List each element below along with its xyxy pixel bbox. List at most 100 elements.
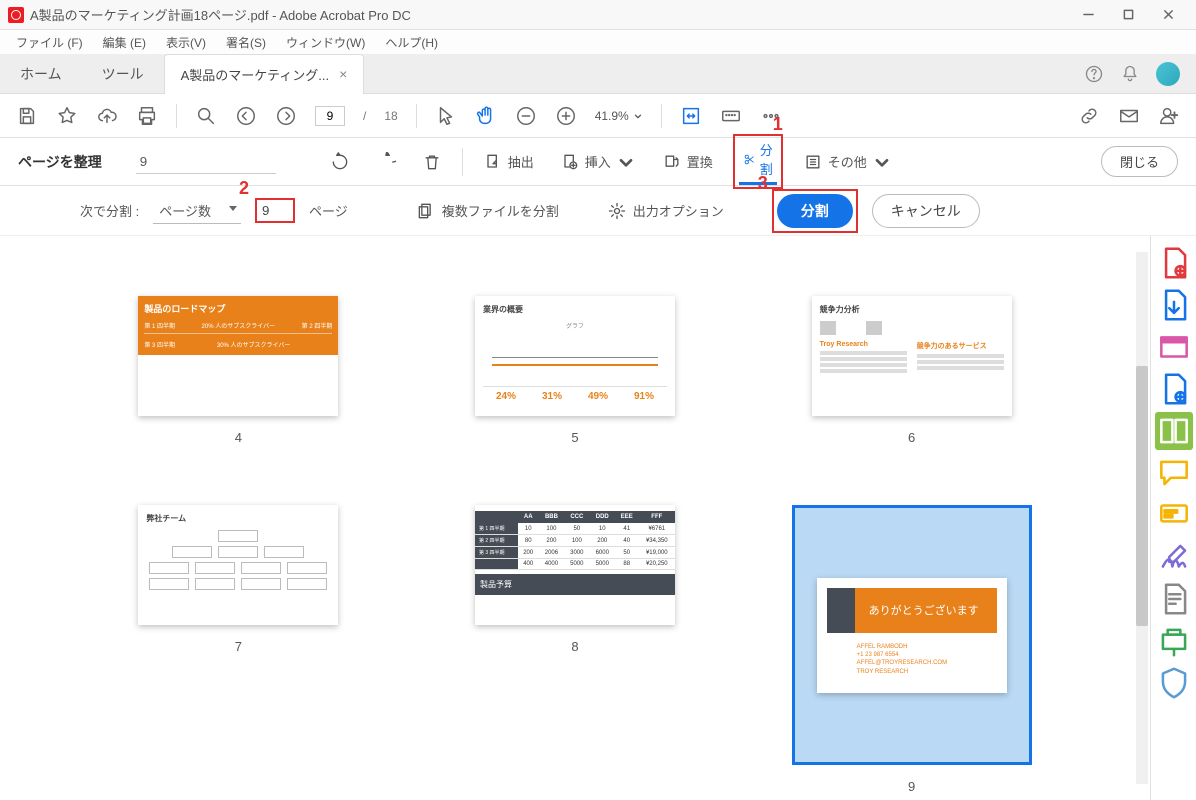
hand-icon[interactable] [475,105,497,127]
menubar: ファイル (F) 編集 (E) 表示(V) 署名(S) ウィンドウ(W) ヘルプ… [0,30,1196,54]
next-page-icon[interactable] [275,105,297,127]
star-icon[interactable] [56,105,78,127]
save-icon[interactable] [16,105,38,127]
rail-comment-icon[interactable] [1155,454,1193,492]
add-person-icon[interactable] [1158,105,1180,127]
mail-icon[interactable] [1118,105,1140,127]
zoom-value: 41.9% [595,109,629,123]
right-tool-rail [1150,236,1196,800]
main-toolbar: / 18 41.9% [0,94,1196,138]
replace-button[interactable]: 置換 [656,149,719,175]
zoom-combo[interactable]: 41.9% [595,109,643,123]
cloud-upload-icon[interactable] [96,105,118,127]
organize-title: ページを整理 [18,152,102,172]
rail-print-production-icon[interactable] [1155,622,1193,660]
split-pages-input[interactable] [255,198,295,223]
print-icon[interactable] [136,105,158,127]
zoom-in-icon[interactable] [555,105,577,127]
thumb-page-6[interactable]: 競争力分析 Troy Research 競争力のあるサービス [812,296,1012,416]
thumb-label-4: 4 [235,430,242,445]
menu-file[interactable]: ファイル (F) [6,32,93,53]
titlebar: A製品のマーケティング計画18ページ.pdf - Adobe Acrobat P… [0,0,1196,30]
maximize-button[interactable] [1108,0,1148,30]
pointer-icon[interactable] [435,105,457,127]
annotation-2: 2 [239,178,249,199]
search-icon[interactable] [195,105,217,127]
tab-home[interactable]: ホーム [0,54,82,94]
rotate-left-icon[interactable] [324,149,356,175]
organize-page-select[interactable] [136,150,276,174]
tab-document[interactable]: A製品のマーケティング... × [164,54,365,94]
insert-button[interactable]: 挿入 [554,149,642,175]
thumb-page-9-selected[interactable]: ありがとうございます AFFEL RAMBODH +1 23 987 6554 … [792,505,1032,765]
slide8-table: AABBBCCCDDDEEEFFF 第 1 四半期10100501041¥676… [475,511,675,570]
thumb-cell-7[interactable]: 弊社チーム 7 [90,505,387,794]
thumb-cell-9[interactable]: ありがとうございます AFFEL RAMBODH +1 23 987 6554 … [763,505,1060,794]
thumb-cell-6[interactable]: 競争力分析 Troy Research 競争力のあるサービス 6 [763,296,1060,445]
other-button[interactable]: その他 [797,149,898,175]
menu-window[interactable]: ウィンドウ(W) [276,32,375,53]
delete-icon[interactable] [416,149,448,175]
page-number-input[interactable] [315,106,345,126]
split-pages-unit: ページ [309,201,348,220]
avatar[interactable] [1156,62,1180,86]
menu-sign[interactable]: 署名(S) [216,32,276,53]
content-wrap: 製品のロードマップ 第 1 四半期20% 人のサブスクライバー第 2 四半期 第… [0,236,1196,800]
tab-tools[interactable]: ツール [82,54,164,94]
split-multiple-button[interactable]: 複数ファイルを分割 [416,201,559,221]
keyboard-icon[interactable] [720,105,742,127]
rotate-right-icon[interactable] [370,149,402,175]
rail-sign-icon[interactable] [1155,538,1193,576]
tabbar: ホーム ツール A製品のマーケティング... × [0,54,1196,94]
rail-combine-icon[interactable] [1155,370,1193,408]
prev-page-icon[interactable] [235,105,257,127]
rail-create-pdf-icon[interactable] [1155,244,1193,282]
bell-icon[interactable] [1120,64,1140,84]
thumb-cell-8[interactable]: AABBBCCCDDDEEEFFF 第 1 四半期10100501041¥676… [427,505,724,794]
thumbnail-scroll[interactable]: 製品のロードマップ 第 1 四半期20% 人のサブスクライバー第 2 四半期 第… [0,236,1150,800]
help-icon[interactable] [1084,64,1104,84]
split-primary-highlight: 3 分割 [772,189,858,233]
output-options-button[interactable]: 出力オプション [607,201,724,221]
page-total: 18 [384,109,397,123]
thumb-cell-5[interactable]: 業界の概要 グラフ 24% 31% 49% 91% 5 [427,296,724,445]
thumb-page-8[interactable]: AABBBCCCDDDEEEFFF 第 1 四半期10100501041¥676… [475,505,675,625]
rail-export-pdf-icon[interactable] [1155,286,1193,324]
split-by-select[interactable]: ページ数 [153,198,241,224]
organize-bar: ページを整理 抽出 挿入 置換 1 分割 その他 閉じる [0,138,1196,186]
thumb-label-5: 5 [571,430,578,445]
link-icon[interactable] [1078,105,1100,127]
split-primary-button[interactable]: 分割 [777,194,853,228]
zoom-out-icon[interactable] [515,105,537,127]
thumb-label-7: 7 [235,639,242,654]
rail-redact-icon[interactable] [1155,580,1193,618]
rail-edit-pdf-icon[interactable] [1155,328,1193,366]
annotation-1: 1 [773,114,783,135]
minimize-button[interactable] [1068,0,1108,30]
organize-close-button[interactable]: 閉じる [1101,146,1178,177]
thumbnail-grid: 製品のロードマップ 第 1 四半期20% 人のサブスクライバー第 2 四半期 第… [0,236,1150,800]
thumb-label-6: 6 [908,430,915,445]
rail-protect-icon[interactable] [1155,664,1193,702]
menu-view[interactable]: 表示(V) [156,32,216,53]
window-title: A製品のマーケティング計画18ページ.pdf - Adobe Acrobat P… [30,5,1068,24]
annotation-3: 3 [758,173,768,194]
thumb-cell-4[interactable]: 製品のロードマップ 第 1 四半期20% 人のサブスクライバー第 2 四半期 第… [90,296,387,445]
scrollbar[interactable] [1134,236,1150,800]
split-cancel-button[interactable]: キャンセル [872,194,980,228]
menu-help[interactable]: ヘルプ(H) [375,32,448,53]
thumb-label-9: 9 [908,779,915,794]
thumb-page-4[interactable]: 製品のロードマップ 第 1 四半期20% 人のサブスクライバー第 2 四半期 第… [138,296,338,416]
split-by-label: 次で分割 : [80,201,139,220]
thumb-page-5[interactable]: 業界の概要 グラフ 24% 31% 49% 91% [475,296,675,416]
rail-organize-pages-icon[interactable] [1155,412,1193,450]
menu-edit[interactable]: 編集 (E) [93,32,156,53]
tab-close-icon[interactable]: × [339,66,347,82]
fit-width-icon[interactable] [680,105,702,127]
thumb-page-7[interactable]: 弊社チーム [138,505,338,625]
rail-fill-sign-icon[interactable] [1155,496,1193,534]
close-window-button[interactable] [1148,0,1188,30]
extract-button[interactable]: 抽出 [477,149,540,175]
thumb-label-8: 8 [571,639,578,654]
page-separator: / [363,109,366,123]
